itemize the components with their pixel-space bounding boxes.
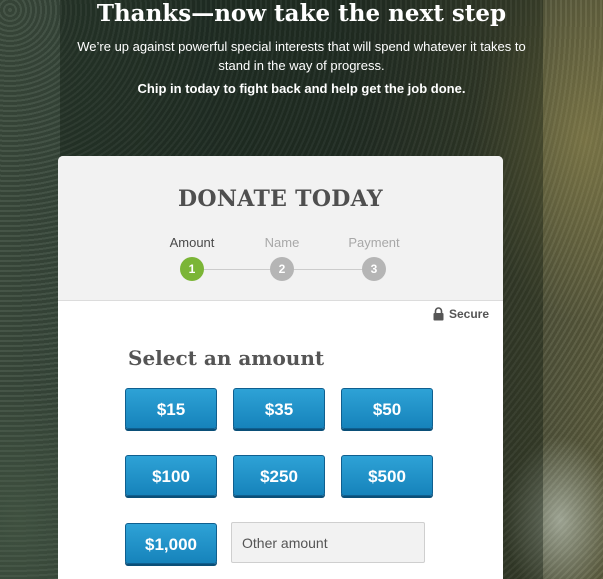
amount-button-500[interactable]: $500 bbox=[341, 455, 433, 496]
secure-label: Secure bbox=[448, 307, 489, 321]
amount-button-35[interactable]: $35 bbox=[233, 388, 325, 429]
card-title: DONATE TODAY bbox=[178, 186, 383, 212]
step-label-payment: Payment bbox=[348, 235, 400, 250]
step-label-amount: Amount bbox=[169, 235, 215, 250]
hero-subtitle: We’re up against powerful special intere… bbox=[77, 39, 526, 73]
amount-button-250[interactable]: $250 bbox=[233, 455, 325, 496]
other-amount-input[interactable] bbox=[231, 522, 425, 563]
step-circle-1: 1 bbox=[180, 257, 204, 281]
card-header: DONATE TODAY Amount Name Payment 1 2 3 bbox=[58, 156, 503, 301]
select-amount-heading: Select an amount bbox=[128, 346, 325, 370]
secure-indicator: Secure bbox=[433, 307, 489, 321]
amount-button-100[interactable]: $100 bbox=[125, 455, 217, 496]
amount-button-15[interactable]: $15 bbox=[125, 388, 217, 429]
donate-card: DONATE TODAY Amount Name Payment 1 2 3 S… bbox=[58, 156, 503, 579]
lock-icon bbox=[433, 307, 444, 321]
step-circle-2: 2 bbox=[270, 257, 294, 281]
amount-button-50[interactable]: $50 bbox=[341, 388, 433, 429]
step-label-name: Name bbox=[264, 235, 300, 250]
amount-button-1000[interactable]: $1,000 bbox=[125, 523, 217, 564]
hero-cta: Chip in today to fight back and help get… bbox=[137, 81, 466, 96]
step-connector-1 bbox=[192, 269, 282, 270]
step-connector-2 bbox=[282, 269, 374, 270]
hero-title: Thanks—now take the next step bbox=[96, 0, 507, 27]
step-circle-3: 3 bbox=[362, 257, 386, 281]
